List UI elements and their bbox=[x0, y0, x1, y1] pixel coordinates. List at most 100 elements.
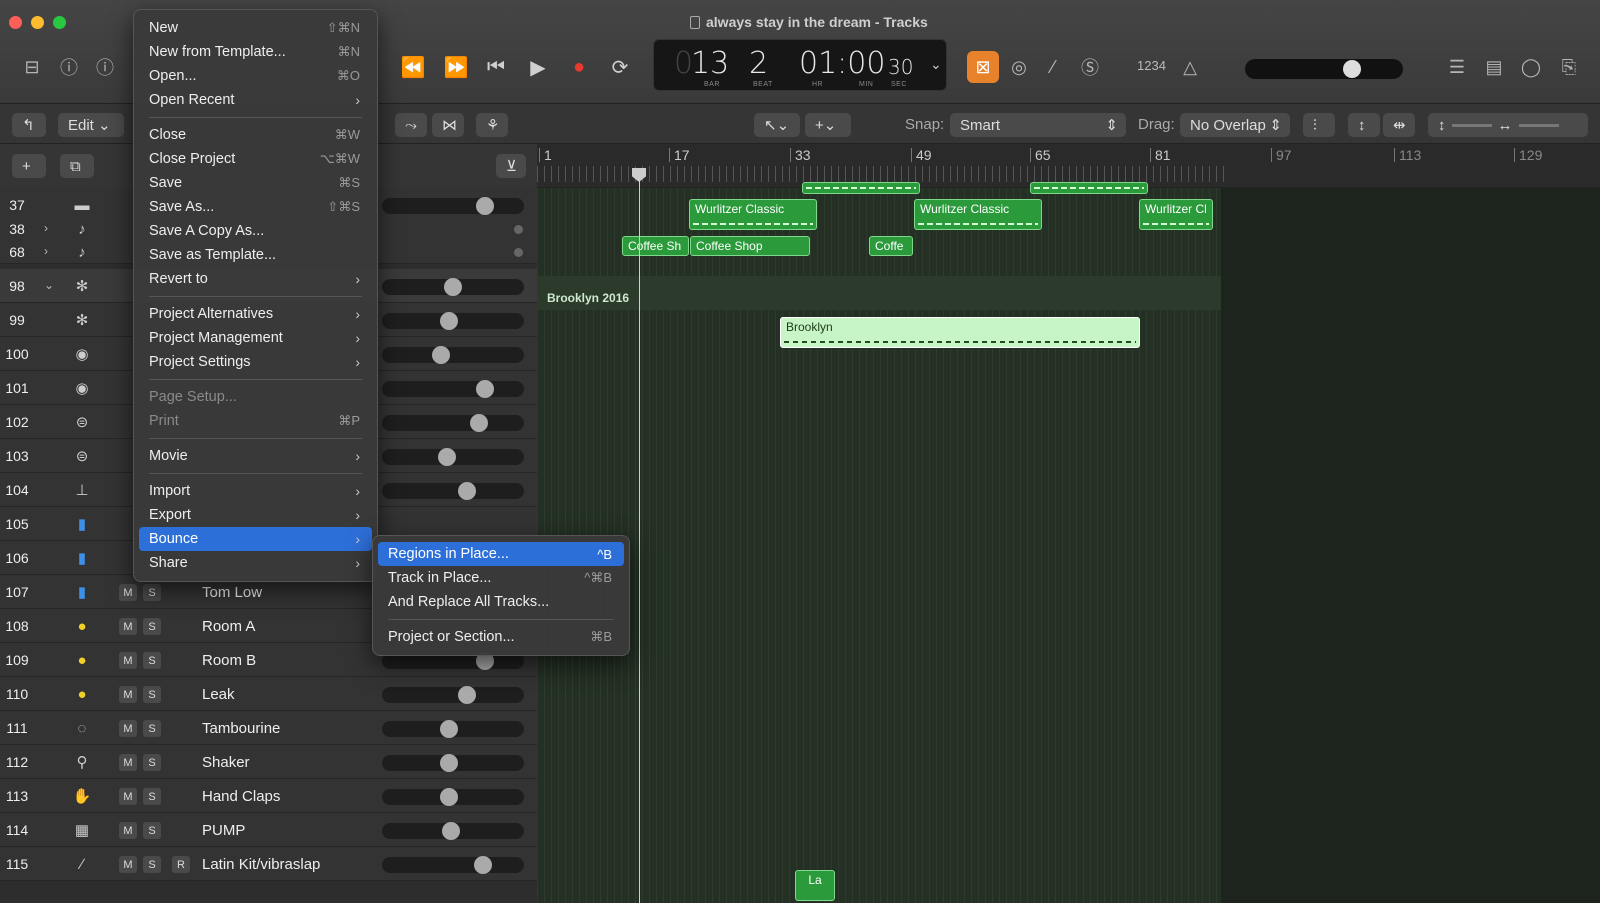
close-window-button[interactable] bbox=[9, 16, 22, 29]
record-enable-button[interactable]: R bbox=[172, 856, 190, 873]
solo-button[interactable]: S bbox=[143, 822, 161, 839]
menu-item[interactable]: New ⇧⌘N bbox=[139, 16, 372, 40]
mute-button[interactable]: M bbox=[119, 584, 137, 601]
mute-button[interactable]: M bbox=[119, 720, 137, 737]
volume-slider[interactable] bbox=[382, 448, 524, 466]
master-volume-knob[interactable] bbox=[1343, 60, 1361, 78]
secondary-tool-icon[interactable]: +⌄ bbox=[805, 113, 851, 137]
menu-item[interactable]: Open... ⌘O bbox=[139, 64, 372, 88]
menu-item[interactable]: Project Settings › bbox=[139, 350, 372, 374]
menu-item[interactable]: Project Management › bbox=[139, 326, 372, 350]
volume-knob[interactable] bbox=[440, 312, 458, 330]
disclosure-open-icon[interactable]: ⌄ bbox=[44, 278, 54, 292]
pointer-tool-icon[interactable]: ↖⌄ bbox=[754, 113, 800, 137]
count-in-button[interactable]: 1234 bbox=[1137, 58, 1166, 73]
zoom-sliders[interactable]: ↕ ↔ bbox=[1428, 113, 1588, 137]
volume-knob[interactable] bbox=[476, 197, 494, 215]
replace-mode-icon[interactable]: ⊠ bbox=[967, 51, 999, 83]
list-editors-icon[interactable]: ☰ bbox=[1444, 54, 1470, 80]
menu-item[interactable]: Project Alternatives › bbox=[139, 302, 372, 326]
horizontal-fit-icon[interactable]: ⇹ bbox=[1383, 113, 1415, 137]
volume-knob[interactable] bbox=[440, 754, 458, 772]
lcd-chevron-down-icon[interactable]: ⌄ bbox=[930, 56, 942, 73]
add-track-icon[interactable]: + bbox=[12, 154, 46, 178]
info-icon[interactable]: ⓘ bbox=[56, 54, 82, 80]
solo-button[interactable]: S bbox=[143, 720, 161, 737]
menu-item[interactable]: Import › bbox=[139, 479, 372, 503]
go-to-start-icon[interactable]: ⏮ bbox=[482, 53, 510, 81]
waveform-zoom-icon[interactable]: ⫶ bbox=[1303, 113, 1335, 137]
rewind-icon[interactable]: ⏪ bbox=[399, 53, 427, 81]
folder-region-label[interactable]: Brooklyn 2016 bbox=[547, 291, 629, 305]
metronome-icon[interactable]: △ bbox=[1177, 54, 1203, 80]
solo-button[interactable]: S bbox=[143, 652, 161, 669]
solo-button[interactable]: S bbox=[143, 686, 161, 703]
disclosure-closed-icon[interactable]: › bbox=[44, 221, 48, 235]
solo-button[interactable]: S bbox=[143, 618, 161, 635]
menu-item[interactable]: And Replace All Tracks... bbox=[378, 590, 624, 614]
track-row[interactable]: 110 ● M S Leak bbox=[0, 677, 537, 711]
volume-knob[interactable] bbox=[458, 686, 476, 704]
loop-browser-icon[interactable]: ◯ bbox=[1518, 54, 1544, 80]
solo-button[interactable]: S bbox=[143, 584, 161, 601]
lcd-display[interactable]: 0 13 2 01:00 30 BAR BEAT HR MIN SEC ⌄ bbox=[653, 39, 947, 91]
track-row[interactable]: 112 ⚲ M S Shaker bbox=[0, 745, 537, 779]
region-latin[interactable]: La bbox=[795, 870, 835, 901]
mute-button[interactable]: M bbox=[119, 686, 137, 703]
menu-item[interactable]: Project or Section... ⌘B bbox=[378, 625, 624, 649]
library-icon[interactable]: ⊟ bbox=[19, 54, 45, 80]
mute-button[interactable]: M bbox=[119, 754, 137, 771]
zoom-window-button[interactable] bbox=[53, 16, 66, 29]
track-row[interactable]: 111 ◌ M S Tambourine bbox=[0, 711, 537, 745]
volume-slider[interactable] bbox=[382, 346, 524, 364]
region-coffee-shop[interactable]: Coffee Shop bbox=[690, 236, 810, 256]
menu-item[interactable]: Close Project ⌥⌘W bbox=[139, 147, 372, 171]
track-row[interactable]: 115 ∕ M S R Latin Kit/vibraslap bbox=[0, 847, 537, 881]
volume-knob[interactable] bbox=[470, 414, 488, 432]
volume-slider[interactable] bbox=[382, 788, 524, 806]
flex-icon[interactable]: ⋈ bbox=[432, 113, 464, 137]
mute-button[interactable]: M bbox=[119, 652, 137, 669]
menu-item[interactable]: Track in Place... ^⌘B bbox=[378, 566, 624, 590]
mute-button[interactable]: M bbox=[119, 788, 137, 805]
solo-button[interactable]: S bbox=[143, 856, 161, 873]
volume-slider[interactable] bbox=[382, 686, 524, 704]
automation-icon[interactable]: ⤳ bbox=[395, 113, 427, 137]
play-icon[interactable]: ▶ bbox=[524, 53, 552, 81]
volume-knob[interactable] bbox=[438, 448, 456, 466]
mute-button[interactable]: M bbox=[119, 618, 137, 635]
region-brooklyn[interactable]: Brooklyn bbox=[780, 317, 1140, 348]
region-coffee-shop[interactable]: Coffee Sh bbox=[622, 236, 689, 256]
back-button[interactable]: ↰ bbox=[12, 113, 46, 137]
duplicate-track-icon[interactable]: ⧉ bbox=[60, 154, 94, 178]
volume-knob[interactable] bbox=[474, 856, 492, 874]
volume-slider[interactable] bbox=[382, 414, 524, 432]
volume-knob[interactable] bbox=[440, 720, 458, 738]
minimize-window-button[interactable] bbox=[31, 16, 44, 29]
menu-item[interactable]: Save as Template... bbox=[139, 243, 372, 267]
track-row[interactable]: 113 ✋ M S Hand Claps bbox=[0, 779, 537, 813]
cycle-icon[interactable]: ⟳ bbox=[606, 53, 634, 81]
catch-icon[interactable]: ⚘ bbox=[476, 113, 508, 137]
solo-button[interactable]: S bbox=[143, 788, 161, 805]
menu-item[interactable]: Regions in Place... ^B bbox=[378, 542, 624, 566]
menu-item[interactable]: Save As... ⇧⌘S bbox=[139, 195, 372, 219]
volume-knob[interactable] bbox=[442, 822, 460, 840]
track-row[interactable]: 114 ▦ M S PUMP bbox=[0, 813, 537, 847]
volume-slider[interactable] bbox=[382, 197, 524, 215]
fast-forward-icon[interactable]: ⏩ bbox=[442, 53, 470, 81]
volume-slider[interactable] bbox=[382, 312, 524, 330]
record-icon[interactable]: ● bbox=[565, 53, 593, 81]
region-wurlitzer[interactable]: Wurlitzer Cl bbox=[1139, 199, 1213, 230]
arrange-area[interactable]: Wurlitzer Classic Wurlitzer Classic Wurl… bbox=[537, 182, 1600, 903]
volume-slider[interactable] bbox=[382, 754, 524, 772]
region-partial-top[interactable] bbox=[1030, 182, 1148, 194]
region-wurlitzer[interactable]: Wurlitzer Classic bbox=[689, 199, 817, 230]
collapse-icon[interactable]: ⊻ bbox=[496, 154, 526, 178]
menu-item[interactable]: New from Template... ⌘N bbox=[139, 40, 372, 64]
menu-item[interactable]: Bounce › bbox=[139, 527, 372, 551]
menu-item[interactable]: Share › bbox=[139, 551, 372, 575]
volume-slider[interactable] bbox=[382, 822, 524, 840]
help-icon[interactable]: ⓘ bbox=[92, 54, 118, 80]
volume-slider[interactable] bbox=[382, 380, 524, 398]
